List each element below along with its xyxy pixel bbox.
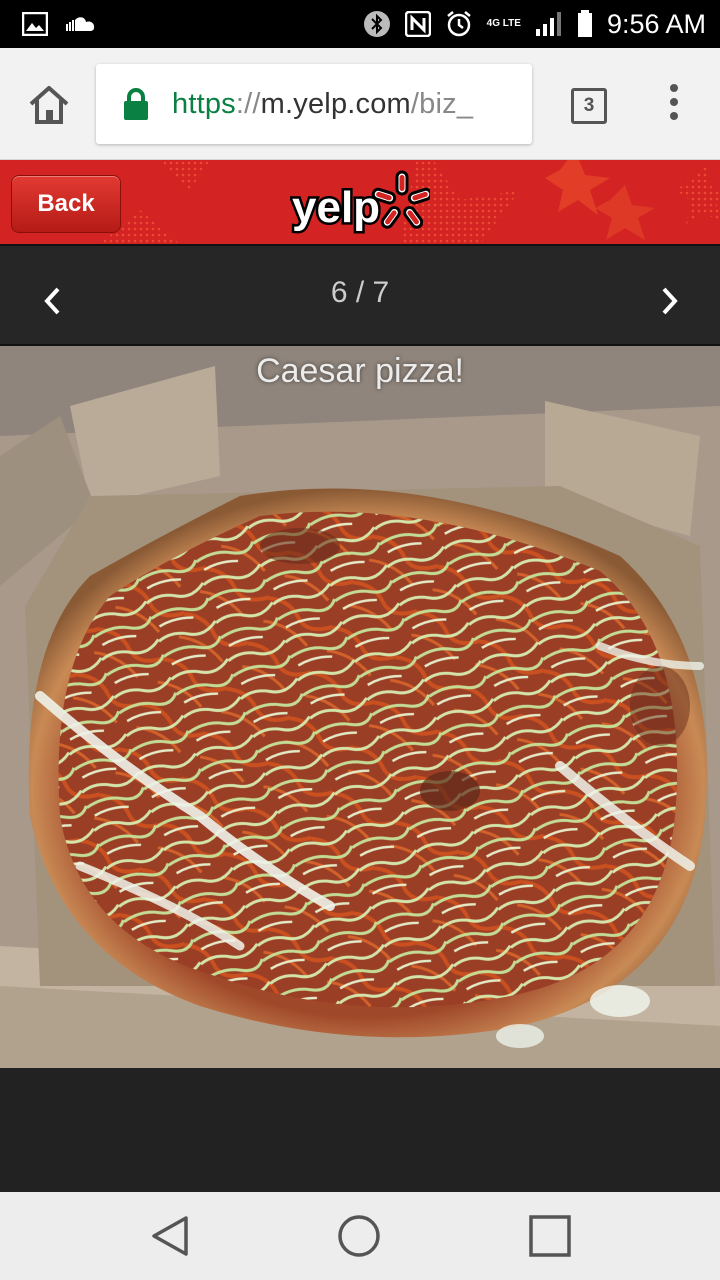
yelp-logo-text: yelp xyxy=(292,183,380,232)
photo-navigation: 6 / 7 xyxy=(0,244,720,346)
url-path: /biz_ xyxy=(410,87,474,120)
soundcloud-icon xyxy=(66,16,96,32)
url-text: https://m.yelp.com/biz_ xyxy=(172,88,473,121)
gallery-footer-area xyxy=(0,1068,720,1192)
next-photo-button[interactable] xyxy=(656,286,682,316)
lock-icon xyxy=(122,87,150,121)
battery-icon xyxy=(577,10,593,38)
nav-home-icon[interactable] xyxy=(337,1214,381,1258)
network-type-label: 4G LTE xyxy=(486,18,521,29)
url-host: m.yelp.com xyxy=(260,87,411,120)
nav-recents-icon[interactable] xyxy=(528,1214,572,1258)
back-button[interactable]: Back xyxy=(11,175,121,233)
gallery-photo[interactable]: Caesar pizza! xyxy=(0,346,720,1068)
address-bar[interactable]: https://m.yelp.com/biz_ xyxy=(96,64,532,144)
system-navigation-bar xyxy=(0,1192,720,1280)
bluetooth-icon xyxy=(363,10,391,38)
gallery-icon xyxy=(22,12,48,36)
browser-toolbar: https://m.yelp.com/biz_ 3 xyxy=(0,48,720,160)
nfc-icon xyxy=(404,11,431,37)
overflow-menu-icon[interactable] xyxy=(664,84,684,124)
yelp-header: Back yelp xyxy=(0,160,720,244)
status-time: 9:56 AM xyxy=(606,8,706,39)
photo-caption: Caesar pizza! xyxy=(256,352,464,390)
photo-counter: 6 / 7 xyxy=(330,276,390,309)
nav-back-icon[interactable] xyxy=(148,1214,192,1258)
alarm-icon xyxy=(445,10,473,38)
home-icon[interactable] xyxy=(26,82,72,128)
chevron-right-icon xyxy=(662,287,678,315)
pizza-photo-illustration xyxy=(0,346,720,1068)
tab-switcher-button[interactable]: 3 xyxy=(571,88,607,124)
url-scheme: https xyxy=(172,87,236,120)
yelp-logo[interactable]: yelp xyxy=(290,166,430,240)
url-separator: :// xyxy=(235,87,261,120)
signal-icon xyxy=(535,11,563,37)
status-bar: 4G LTE 9:56 AM xyxy=(0,0,720,48)
